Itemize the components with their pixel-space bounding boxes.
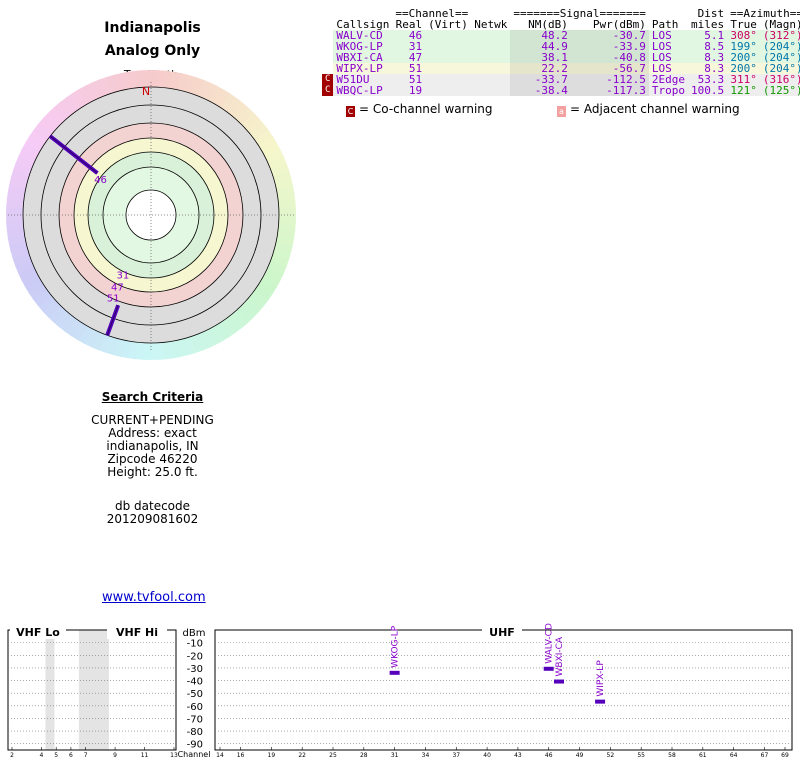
cochannel-swatch: C <box>346 106 355 117</box>
cell-netwk <box>471 30 510 41</box>
criteria-heading: Search Criteria <box>101 390 204 404</box>
dbm-tick-label: -70 <box>187 714 203 725</box>
station-marker <box>595 699 606 704</box>
dbm-tick-label: -40 <box>187 677 203 688</box>
uhf-channel-label: 69 <box>781 752 789 759</box>
cell-virt <box>425 85 471 96</box>
uhf-label: UHF <box>489 626 515 639</box>
uhf-frame <box>214 629 793 751</box>
vhf-channel-label: 11 <box>141 752 149 759</box>
cell-netwk <box>471 74 510 85</box>
cell-callsign: WBQC-LP <box>336 84 383 97</box>
uhf-channel-label: 34 <box>422 752 430 759</box>
vhf-channel-label: 7 <box>84 752 88 759</box>
station-marker-label: WIPX-LP <box>596 660 606 697</box>
uhf-channel-label: 31 <box>391 752 399 759</box>
cell-warn: C <box>322 85 334 96</box>
polar-channel-label: 31 <box>116 271 129 282</box>
uhf-channel-label: 58 <box>668 752 676 759</box>
dbm-tick-label: -60 <box>187 702 203 713</box>
cochannel-legend-text: = Co-channel warning <box>359 102 493 116</box>
cell-warn <box>322 30 334 41</box>
dbm-axis-label: dBm <box>183 628 206 639</box>
db-datecode-value: 201209081602 <box>106 512 199 526</box>
channel-axis-label: Channel <box>178 750 211 759</box>
uhf-channel-label: 37 <box>452 752 460 759</box>
station-marker-label: WALV-CD <box>545 623 555 664</box>
north-marker: N <box>142 85 150 98</box>
polar-channel-label: 51 <box>107 294 120 305</box>
cell-real: 19 <box>408 84 423 97</box>
uhf-channel-label: 67 <box>761 752 769 759</box>
cell-virt <box>425 41 471 52</box>
cell-dist: 100.5 <box>690 84 725 97</box>
cell-netwk <box>471 52 510 63</box>
cell-netwk <box>471 41 510 52</box>
vhf-lo-label: VHF Lo <box>16 626 60 639</box>
station-row[interactable]: C WBQC-LP 19 -38.4 -117.3 Tropo 100.5 121° (125°… <box>322 85 800 96</box>
uhf-channel-label: 52 <box>607 752 615 759</box>
cell-virt <box>425 52 471 63</box>
polar-channel-label: 46 <box>94 175 107 186</box>
col-netwk: Netwk <box>471 19 511 30</box>
uhf-channel-label: 46 <box>545 752 553 759</box>
uhf-channel-label: 61 <box>699 752 707 759</box>
cell-nm: -38.4 <box>510 85 571 96</box>
uhf-channel-label: 28 <box>360 752 368 759</box>
cell-virt <box>425 74 471 85</box>
channel-spectrum-chart: VHF Lo VHF Hi UHF dBm-10-20 -30 -40-50 -60-70 -… <box>7 623 793 759</box>
uhf-channel-label: 64 <box>730 752 738 759</box>
uhf-channel-label: 40 <box>483 752 491 759</box>
criteria-line: Height: 25.0 ft. <box>107 465 198 479</box>
vhf-channel-label: 2 <box>10 752 14 759</box>
rainbow-segment <box>149 342 159 360</box>
station-table: ==Channel== =======Signal======= Dist ==… <box>322 8 800 96</box>
cell-warn <box>322 52 334 63</box>
vhf-channel-label: 5 <box>54 752 58 759</box>
adjacent-legend: a = Adjacent channel warning <box>557 102 740 117</box>
dbm-tick-label: -10 <box>187 639 203 650</box>
vhf-channel-label: 4 <box>40 752 44 759</box>
cell-warn <box>322 41 334 52</box>
vhf-gap-shade <box>45 630 55 750</box>
dbm-tick-label: -30 <box>187 664 203 675</box>
uhf-channel-label: 19 <box>268 752 276 759</box>
vhf-channel-label: 6 <box>69 752 73 759</box>
uhf-channel-label: 25 <box>329 752 337 759</box>
uhf-channel-label: 16 <box>237 752 245 759</box>
cell-pwr: -117.3 <box>570 85 649 96</box>
cell-virt <box>425 30 471 41</box>
uhf-channel-label: 22 <box>298 752 306 759</box>
cell-netwk <box>471 85 510 96</box>
polar-azimuth-chart: TrueNorth N 46314751 <box>6 68 296 360</box>
uhf-channel-label: 55 <box>637 752 645 759</box>
cell-virt <box>425 63 471 74</box>
polar-channel-label: 47 <box>111 282 124 293</box>
cell-az-magn: (125°) <box>762 84 800 97</box>
vhf-gap-shade <box>78 630 109 750</box>
adjacent-legend-text: = Adjacent channel warning <box>570 102 740 116</box>
uhf-channel-label: 49 <box>576 752 584 759</box>
adjacent-swatch: a <box>557 106 566 117</box>
cell-warn <box>322 63 334 74</box>
dbm-tick-label: -50 <box>187 689 203 700</box>
cell-warn: C <box>322 74 334 85</box>
uhf-channel-label: 14 <box>216 752 224 759</box>
cochannel-legend: C = Co-channel warning <box>346 102 493 117</box>
tvfool-link[interactable]: www.tvfool.com <box>102 590 206 605</box>
vhf-channel-label: 9 <box>113 752 117 759</box>
cell-path: Tropo <box>651 84 685 97</box>
col-virt: (Virt) <box>425 19 472 30</box>
uhf-channel-label: 43 <box>514 752 522 759</box>
station-marker-label: WKOG-LP <box>391 625 401 668</box>
cell-az-true: 121° <box>730 84 757 97</box>
vhf-hi-label: VHF Hi <box>116 626 158 639</box>
dbm-tick-label: -80 <box>187 727 203 738</box>
dbm-tick-label: -20 <box>187 651 203 662</box>
station-marker-label: WBXI-CA <box>555 636 565 676</box>
station-marker <box>543 666 554 671</box>
cell-netwk <box>471 63 510 74</box>
station-marker <box>389 670 400 675</box>
station-marker <box>554 679 564 684</box>
